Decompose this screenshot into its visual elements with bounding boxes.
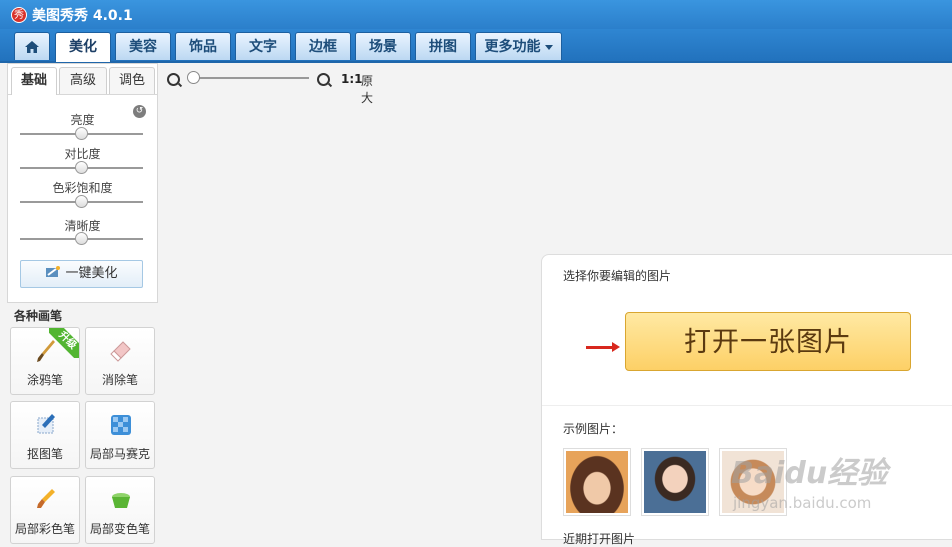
divider — [542, 405, 952, 406]
watermark-main-text: Baidu经验 — [731, 456, 888, 491]
sample-images-label: 示例图片： — [563, 422, 624, 436]
adjust-panel: 基础 高级 调色 ↺ 亮度 对比度 色彩饱和度 清晰度 一键美化 — [7, 63, 158, 303]
zoom-in-icon[interactable] — [317, 73, 330, 86]
brushes-section-title: 各种画笔 — [14, 309, 63, 323]
tab-more-label: 更多功能 — [484, 39, 541, 55]
one-click-beautify-label: 一键美化 — [65, 266, 118, 281]
eraser-icon — [110, 341, 131, 362]
tab-collage[interactable]: 拼图 — [415, 32, 471, 60]
subtab-basic[interactable]: 基础 — [11, 67, 57, 95]
brush-label: 抠图笔 — [26, 447, 63, 461]
home-icon — [25, 41, 39, 53]
sharpness-slider-thumb[interactable] — [75, 232, 88, 245]
watermark-sub-text: jingyan.baidu.com — [733, 494, 872, 512]
open-panel-title: 选择你要编辑的图片 — [563, 269, 672, 283]
brightness-label: 亮度 — [70, 113, 95, 127]
brush-cutout[interactable]: 抠图笔 — [10, 401, 80, 469]
tab-home[interactable] — [14, 32, 50, 60]
sample-image-1[interactable] — [563, 448, 631, 516]
pen-icon — [37, 414, 55, 434]
one-click-beautify-button[interactable]: 一键美化 — [20, 260, 143, 288]
arrow-right-icon — [586, 342, 620, 352]
brush-label: 涂鸦笔 — [26, 373, 63, 387]
zoom-slider-thumb[interactable] — [187, 71, 200, 84]
tab-text[interactable]: 文字 — [235, 32, 291, 60]
brush-label: 消除笔 — [101, 373, 138, 387]
brush-mosaic[interactable]: 局部马赛克 — [85, 401, 155, 469]
magic-wand-icon — [46, 266, 61, 277]
title-bar: 秀 美图秀秀 4.0.1 — [0, 0, 952, 29]
brush-label: 局部彩色笔 — [14, 522, 75, 536]
brush-local-recolor[interactable]: 局部变色笔 — [85, 476, 155, 544]
tab-frames[interactable]: 边框 — [295, 32, 351, 60]
color-brush-icon — [37, 489, 55, 508]
brush-eraser[interactable]: 消除笔 — [85, 327, 155, 395]
bucket-icon — [112, 493, 130, 508]
saturation-label: 色彩饱和度 — [52, 181, 113, 195]
upgrade-badge: 升级 — [49, 328, 79, 358]
chevron-down-icon — [544, 44, 553, 50]
tab-more-features[interactable]: 更多功能 — [475, 32, 562, 60]
app-title: 美图秀秀 4.0.1 — [32, 8, 133, 24]
main-tab-bar: 美化 美容 饰品 文字 边框 场景 拼图 更多功能 — [0, 29, 952, 63]
brightness-slider-thumb[interactable] — [75, 127, 88, 140]
zoom-actual-size-button[interactable]: 1:1 — [341, 72, 363, 86]
contrast-label: 对比度 — [64, 147, 101, 161]
mosaic-icon — [111, 415, 131, 435]
subtab-color[interactable]: 调色 — [109, 67, 155, 94]
zoom-out-icon[interactable] — [167, 73, 180, 86]
tab-accessories[interactable]: 饰品 — [175, 32, 231, 60]
recent-images-label: 近期打开图片 — [563, 532, 636, 546]
open-image-button[interactable]: 打开一张图片 — [625, 312, 911, 371]
app-logo-icon: 秀 — [11, 7, 27, 23]
tab-beauty[interactable]: 美容 — [115, 32, 171, 60]
brush-graffiti[interactable]: 升级 涂鸦笔 — [10, 327, 80, 395]
tab-beautify[interactable]: 美化 — [55, 32, 111, 62]
sub-tab-bar: 基础 高级 调色 — [8, 64, 157, 95]
brush-local-color[interactable]: 局部彩色笔 — [10, 476, 80, 544]
saturation-slider-thumb[interactable] — [75, 195, 88, 208]
contrast-slider-thumb[interactable] — [75, 161, 88, 174]
brush-label: 局部变色笔 — [89, 522, 150, 536]
baidu-watermark: Baidu经验 jingyan.baidu.com — [731, 434, 921, 514]
tab-scenes[interactable]: 场景 — [355, 32, 411, 60]
brush-label: 局部马赛克 — [89, 447, 150, 461]
zoom-slider-track[interactable] — [191, 77, 309, 79]
sample-image-2[interactable] — [641, 448, 709, 516]
subtab-advanced[interactable]: 高级 — [59, 67, 107, 94]
zoom-original-label[interactable]: 原大 — [361, 72, 373, 106]
